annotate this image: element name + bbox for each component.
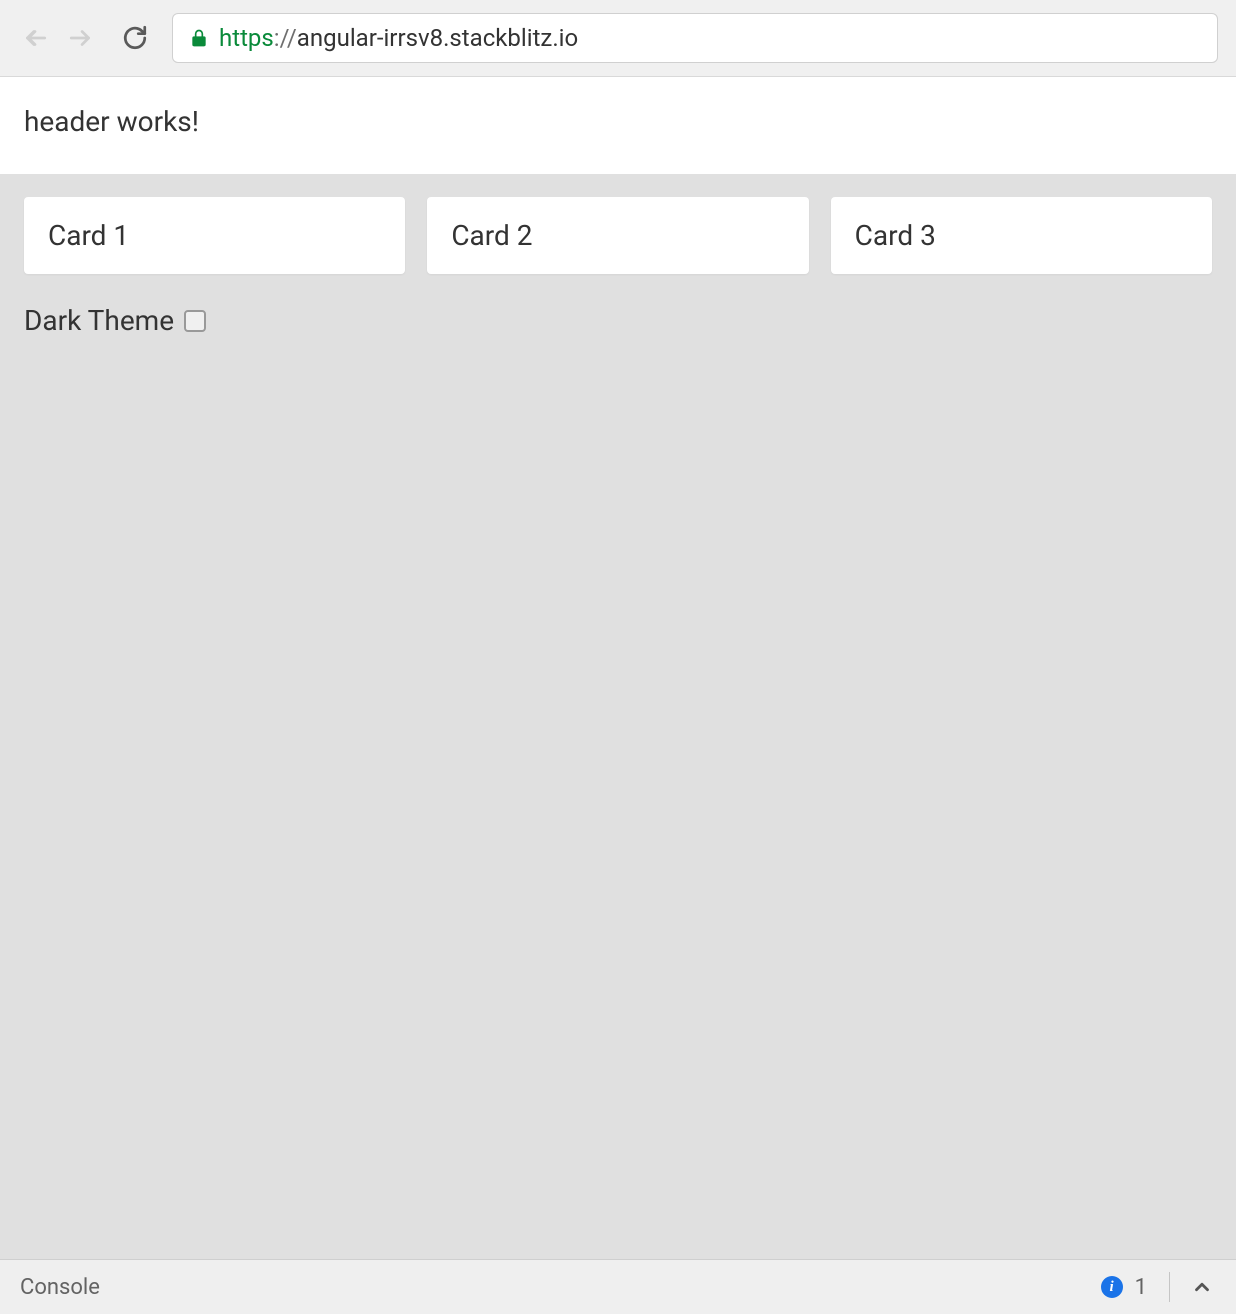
card: Card 3	[831, 197, 1212, 274]
card: Card 1	[24, 197, 405, 274]
reload-button[interactable]	[118, 21, 152, 55]
address-bar[interactable]: https://angular-irrsv8.stackblitz.io	[172, 13, 1218, 63]
url-sep: ://	[274, 24, 297, 52]
cards-row: Card 1 Card 2 Card 3	[24, 197, 1212, 274]
header-text: header works!	[24, 105, 1212, 138]
url-host: angular-irrsv8.stackblitz.io	[297, 24, 578, 52]
arrow-right-icon	[68, 25, 94, 51]
url-text: https://angular-irrsv8.stackblitz.io	[219, 24, 578, 52]
content-section: Card 1 Card 2 Card 3 Dark Theme	[0, 175, 1236, 359]
chevron-up-icon	[1191, 1276, 1213, 1298]
console-bar[interactable]: Console i 1	[0, 1259, 1236, 1314]
url-scheme: https	[219, 24, 274, 52]
browser-toolbar: https://angular-irrsv8.stackblitz.io	[0, 0, 1236, 77]
theme-toggle-row: Dark Theme	[24, 304, 1212, 337]
lock-icon	[189, 28, 209, 48]
divider	[1169, 1272, 1170, 1302]
header-section: header works!	[0, 77, 1236, 175]
back-button[interactable]	[18, 21, 52, 55]
preview-area: header works! Card 1 Card 2 Card 3 Dark …	[0, 77, 1236, 1259]
card: Card 2	[427, 197, 808, 274]
dark-theme-checkbox[interactable]	[184, 310, 206, 332]
console-label: Console	[20, 1275, 100, 1300]
info-count: 1	[1135, 1275, 1147, 1300]
theme-label: Dark Theme	[24, 304, 174, 337]
arrow-left-icon	[22, 25, 48, 51]
forward-button[interactable]	[64, 21, 98, 55]
info-icon: i	[1101, 1276, 1123, 1298]
reload-icon	[122, 25, 148, 51]
expand-console-button[interactable]	[1188, 1273, 1216, 1301]
